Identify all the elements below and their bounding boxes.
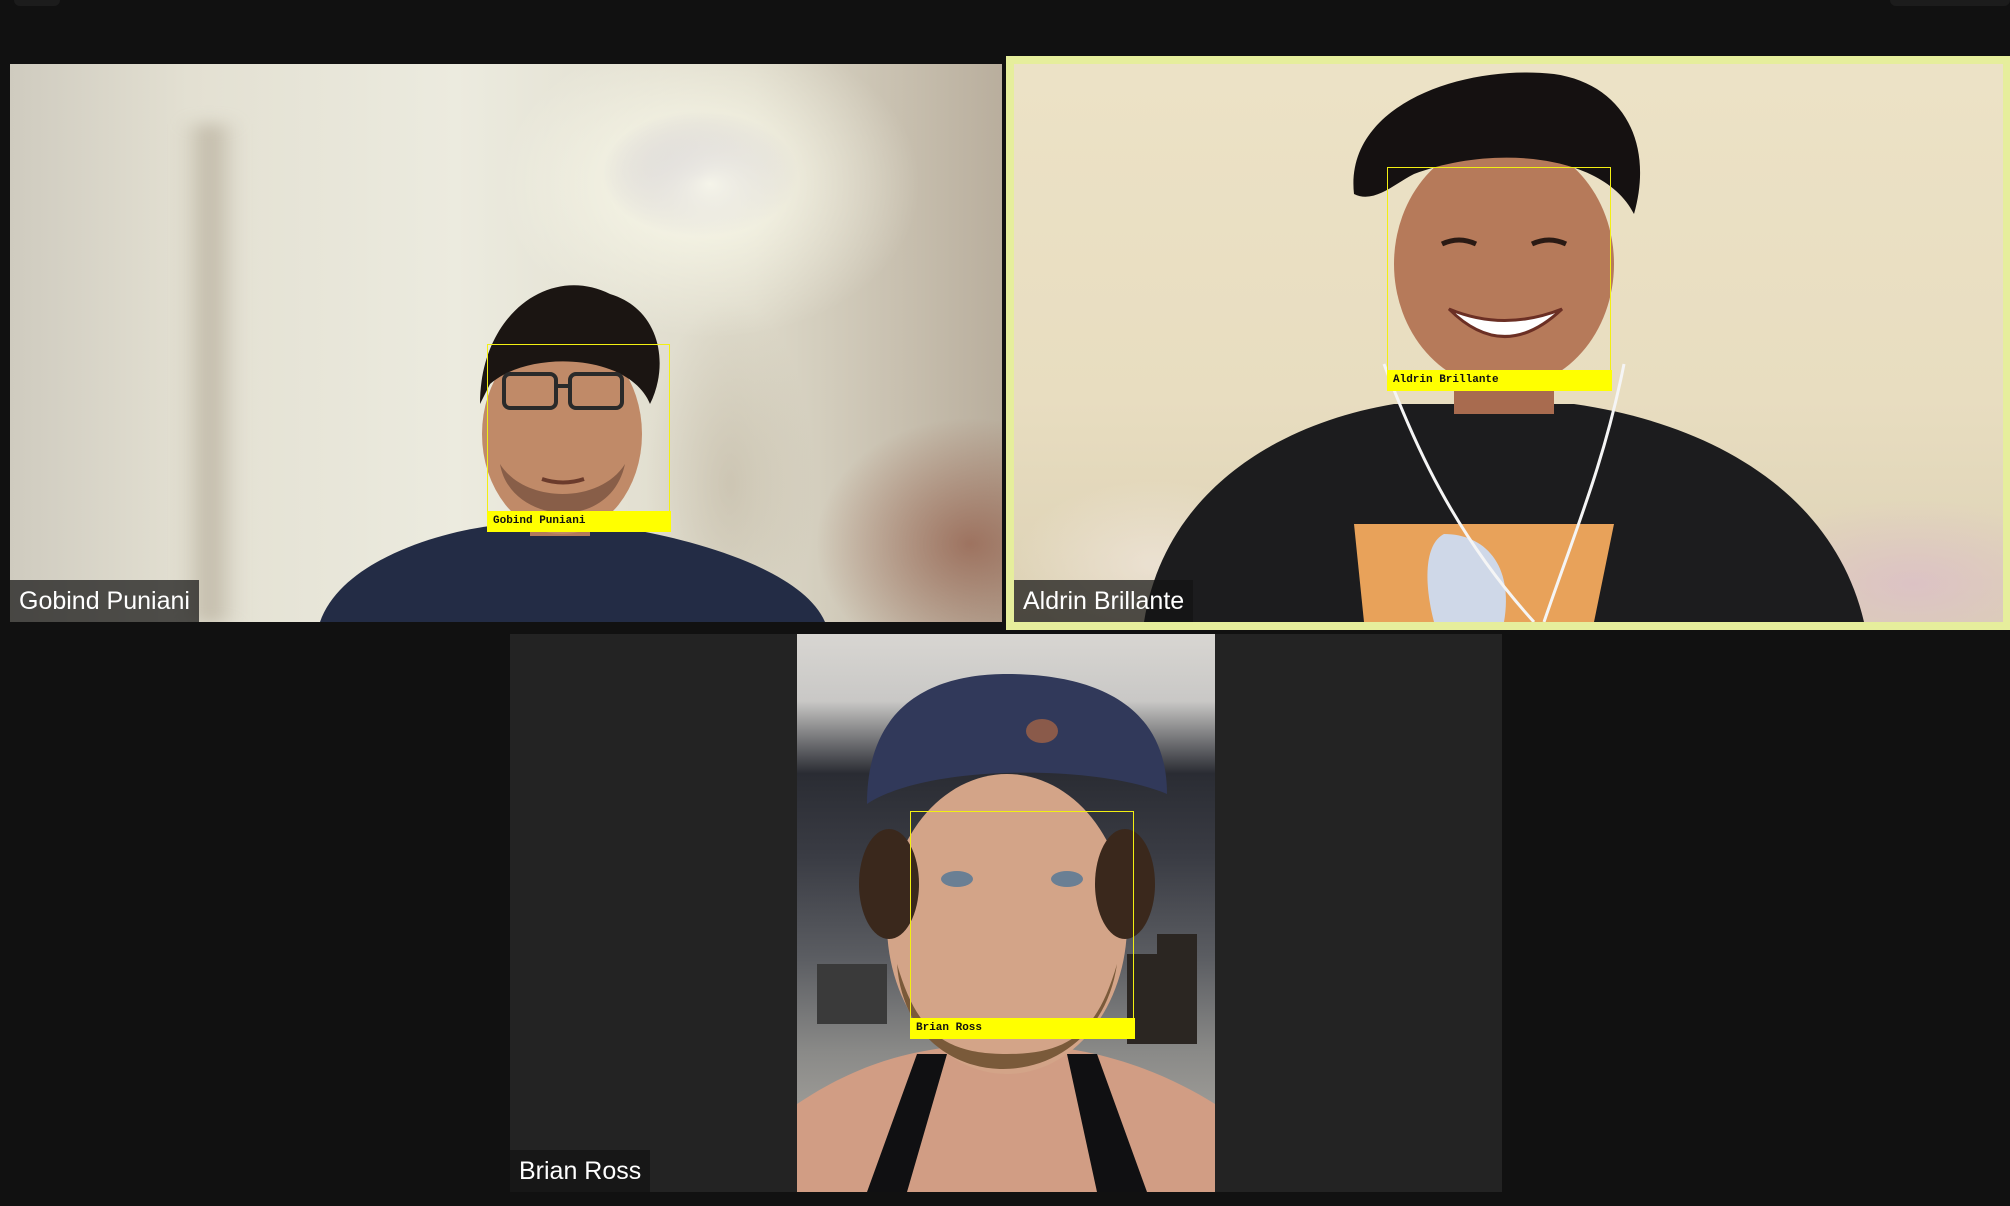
view-control-button[interactable] <box>14 0 60 6</box>
participant-tile-aldrin[interactable]: Aldrin Brillante Aldrin Brillante <box>1006 56 2010 630</box>
view-mode-button[interactable] <box>1890 0 2010 6</box>
participant-name-tag: Brian Ross <box>510 1150 651 1192</box>
top-toolbar <box>0 0 2010 58</box>
face-detection-label: Gobind Puniani <box>487 511 671 532</box>
face-detection-box: Gobind Puniani <box>487 344 671 532</box>
face-detection-label: Brian Ross <box>910 1018 1135 1039</box>
participant-name-tag: Aldrin Brillante <box>1014 580 1194 622</box>
participant-video: Gobind Puniani <box>10 64 1002 622</box>
participant-name-tag: Gobind Puniani <box>10 580 199 622</box>
participant-figure <box>320 285 825 622</box>
participant-tile-gobind[interactable]: Gobind Puniani Gobind Puniani <box>10 64 1002 622</box>
participant-video: Aldrin Brillante <box>1014 64 2010 622</box>
face-detection-box: Brian Ross <box>910 811 1135 1039</box>
participant-tile-brian[interactable]: Brian Ross Brian Ross <box>510 634 1502 1192</box>
face-detection-label: Aldrin Brillante <box>1387 370 1612 391</box>
meeting-window: Gobind Puniani Gobind Puniani Aldrin Bri… <box>0 0 2010 1206</box>
participant-video: Brian Ross <box>797 634 1215 1192</box>
face-detection-box: Aldrin Brillante <box>1387 167 1612 391</box>
